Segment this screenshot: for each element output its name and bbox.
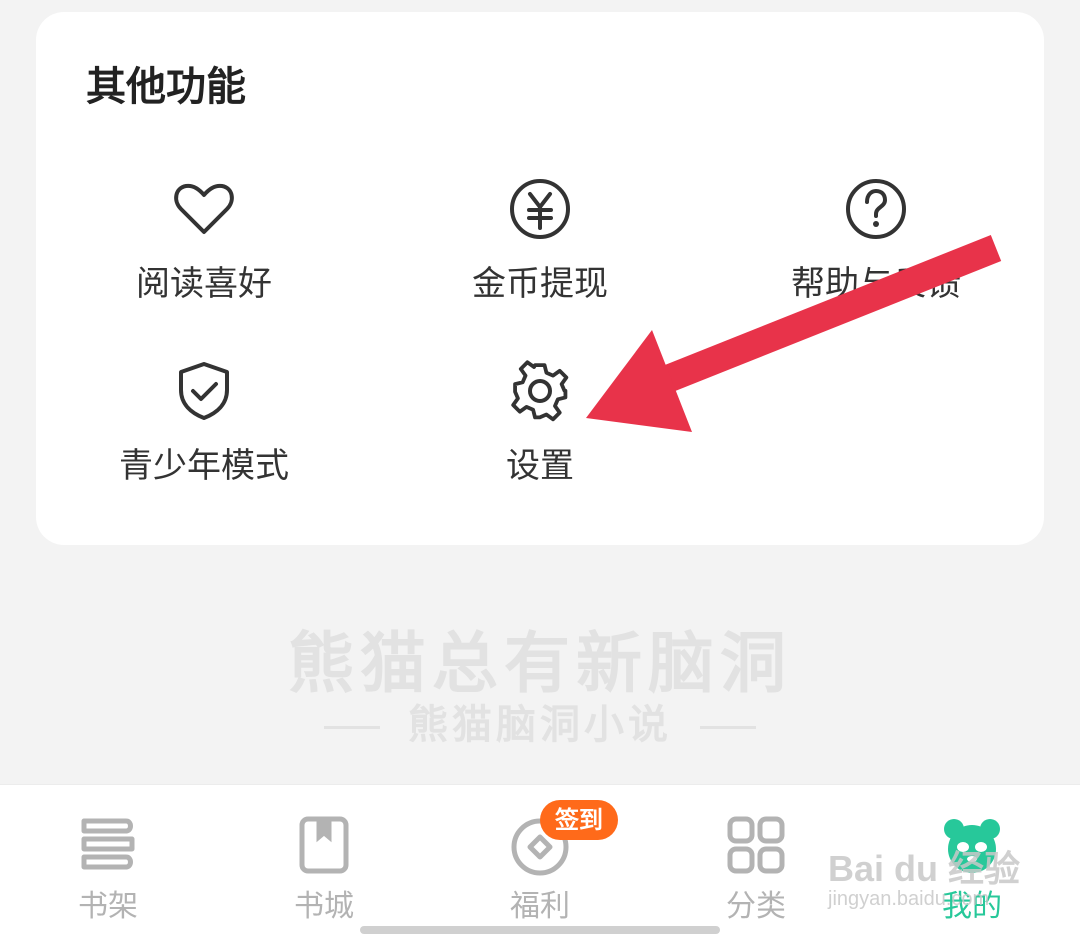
help-icon: [843, 176, 909, 242]
feature-teen-mode[interactable]: 青少年模式: [54, 358, 354, 487]
divider: [700, 725, 756, 729]
divider: [324, 725, 380, 729]
tab-label: 分类: [726, 889, 786, 924]
bookshelf-icon: [76, 813, 140, 877]
home-indicator: [360, 926, 720, 934]
slogan-sub-text: 熊猫脑洞小说: [408, 702, 672, 748]
feature-label: 设置: [506, 446, 574, 486]
other-functions-card: 其他功能 阅读喜好 金币提现 帮助与反馈 青少年模式 设置: [36, 12, 1044, 545]
tab-bookstore[interactable]: 书城: [254, 813, 394, 925]
gear-icon: [507, 358, 573, 424]
feature-label: 青少年模式: [119, 446, 289, 486]
bookstore-icon: [292, 813, 356, 877]
section-title: 其他功能: [86, 64, 246, 110]
feature-label: 帮助与反馈: [791, 264, 961, 304]
checkin-badge[interactable]: 签到: [540, 800, 618, 840]
slogan-sub: 熊猫脑洞小说: [0, 692, 1080, 750]
feature-label: 金币提现: [472, 264, 608, 304]
heart-icon: [171, 176, 237, 242]
feature-help-feedback[interactable]: 帮助与反馈: [726, 176, 1026, 305]
tab-category[interactable]: 分类: [686, 813, 826, 925]
category-grid-icon: [724, 813, 788, 877]
shield-check-icon: [171, 358, 237, 424]
feature-reading-preference[interactable]: 阅读喜好: [54, 176, 354, 305]
tab-label: 书架: [78, 889, 138, 924]
feature-coin-withdraw[interactable]: 金币提现: [390, 176, 690, 305]
feature-label: 阅读喜好: [136, 264, 272, 304]
feature-settings[interactable]: 设置: [390, 358, 690, 487]
yuan-coin-icon: [507, 176, 573, 242]
tab-label: 书城: [294, 889, 354, 924]
watermark-brand: Bai du 经验: [828, 848, 1021, 889]
tab-label: 福利: [510, 889, 570, 924]
tab-bookshelf[interactable]: 书架: [38, 813, 178, 925]
watermark-url: jingyan.baidu.com: [828, 888, 990, 910]
